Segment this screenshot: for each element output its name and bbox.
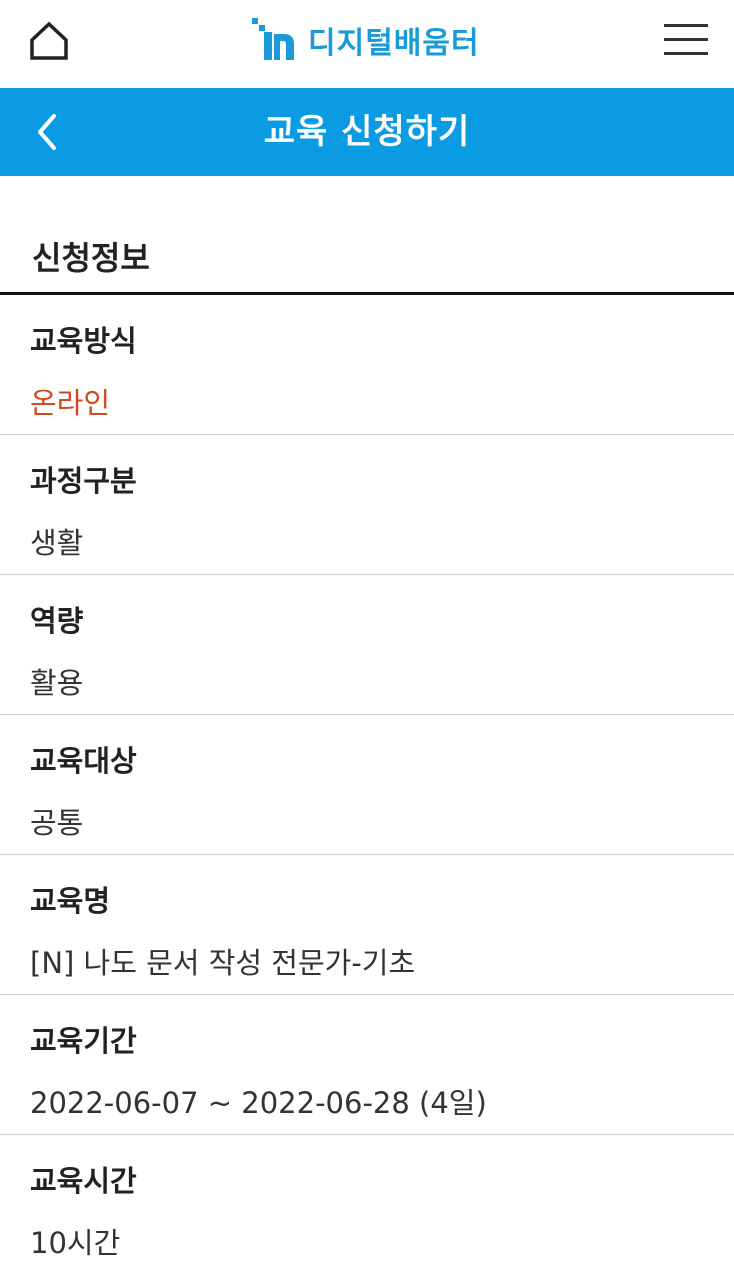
back-button[interactable] [28,112,68,152]
home-button[interactable] [28,20,70,62]
home-icon [30,21,68,60]
field-label: 교육명 [30,884,111,918]
field-target-audience: 교육대상 공통 [0,715,734,855]
logo-mark-icon [252,18,294,60]
field-education-method: 교육방식 온라인 [0,295,734,435]
field-label: 과정구분 [30,464,137,498]
hamburger-menu-icon [664,24,708,55]
field-value: 10시간 [30,1226,121,1260]
top-navigation-bar: 디지털배움터 [0,0,734,88]
field-label: 교육시간 [30,1164,137,1198]
application-info-list: 교육방식 온라인 과정구분 생활 역량 활용 교육대상 공통 교육명 [N] 나… [0,295,734,1275]
field-value: 온라인 [30,386,111,420]
section-title: 신청정보 [0,238,734,295]
field-value: 생활 [30,526,84,560]
field-course-category: 과정구분 생활 [0,435,734,575]
chevron-left-icon [38,114,56,150]
field-course-hours: 교육시간 10시간 [0,1135,734,1275]
field-value: 활용 [30,666,84,700]
field-label: 역량 [30,604,84,638]
logo-text: 디지털배움터 [308,26,480,61]
field-value: [N] 나도 문서 작성 전문가-기초 [30,946,416,980]
field-course-name: 교육명 [N] 나도 문서 작성 전문가-기초 [0,855,734,995]
field-label: 교육대상 [30,744,137,778]
menu-button[interactable] [664,22,708,58]
page-title: 교육 신청하기 [263,112,471,152]
field-competency: 역량 활용 [0,575,734,715]
field-course-period: 교육기간 2022-06-07 ~ 2022-06-28 (4일) [0,995,734,1135]
page-title-bar: 교육 신청하기 [0,88,734,176]
field-value: 공통 [30,806,84,840]
field-label: 교육방식 [30,324,137,358]
site-logo[interactable]: 디지털배움터 [250,12,480,68]
field-value: 2022-06-07 ~ 2022-06-28 (4일) [30,1086,487,1120]
field-label: 교육기간 [30,1024,137,1058]
